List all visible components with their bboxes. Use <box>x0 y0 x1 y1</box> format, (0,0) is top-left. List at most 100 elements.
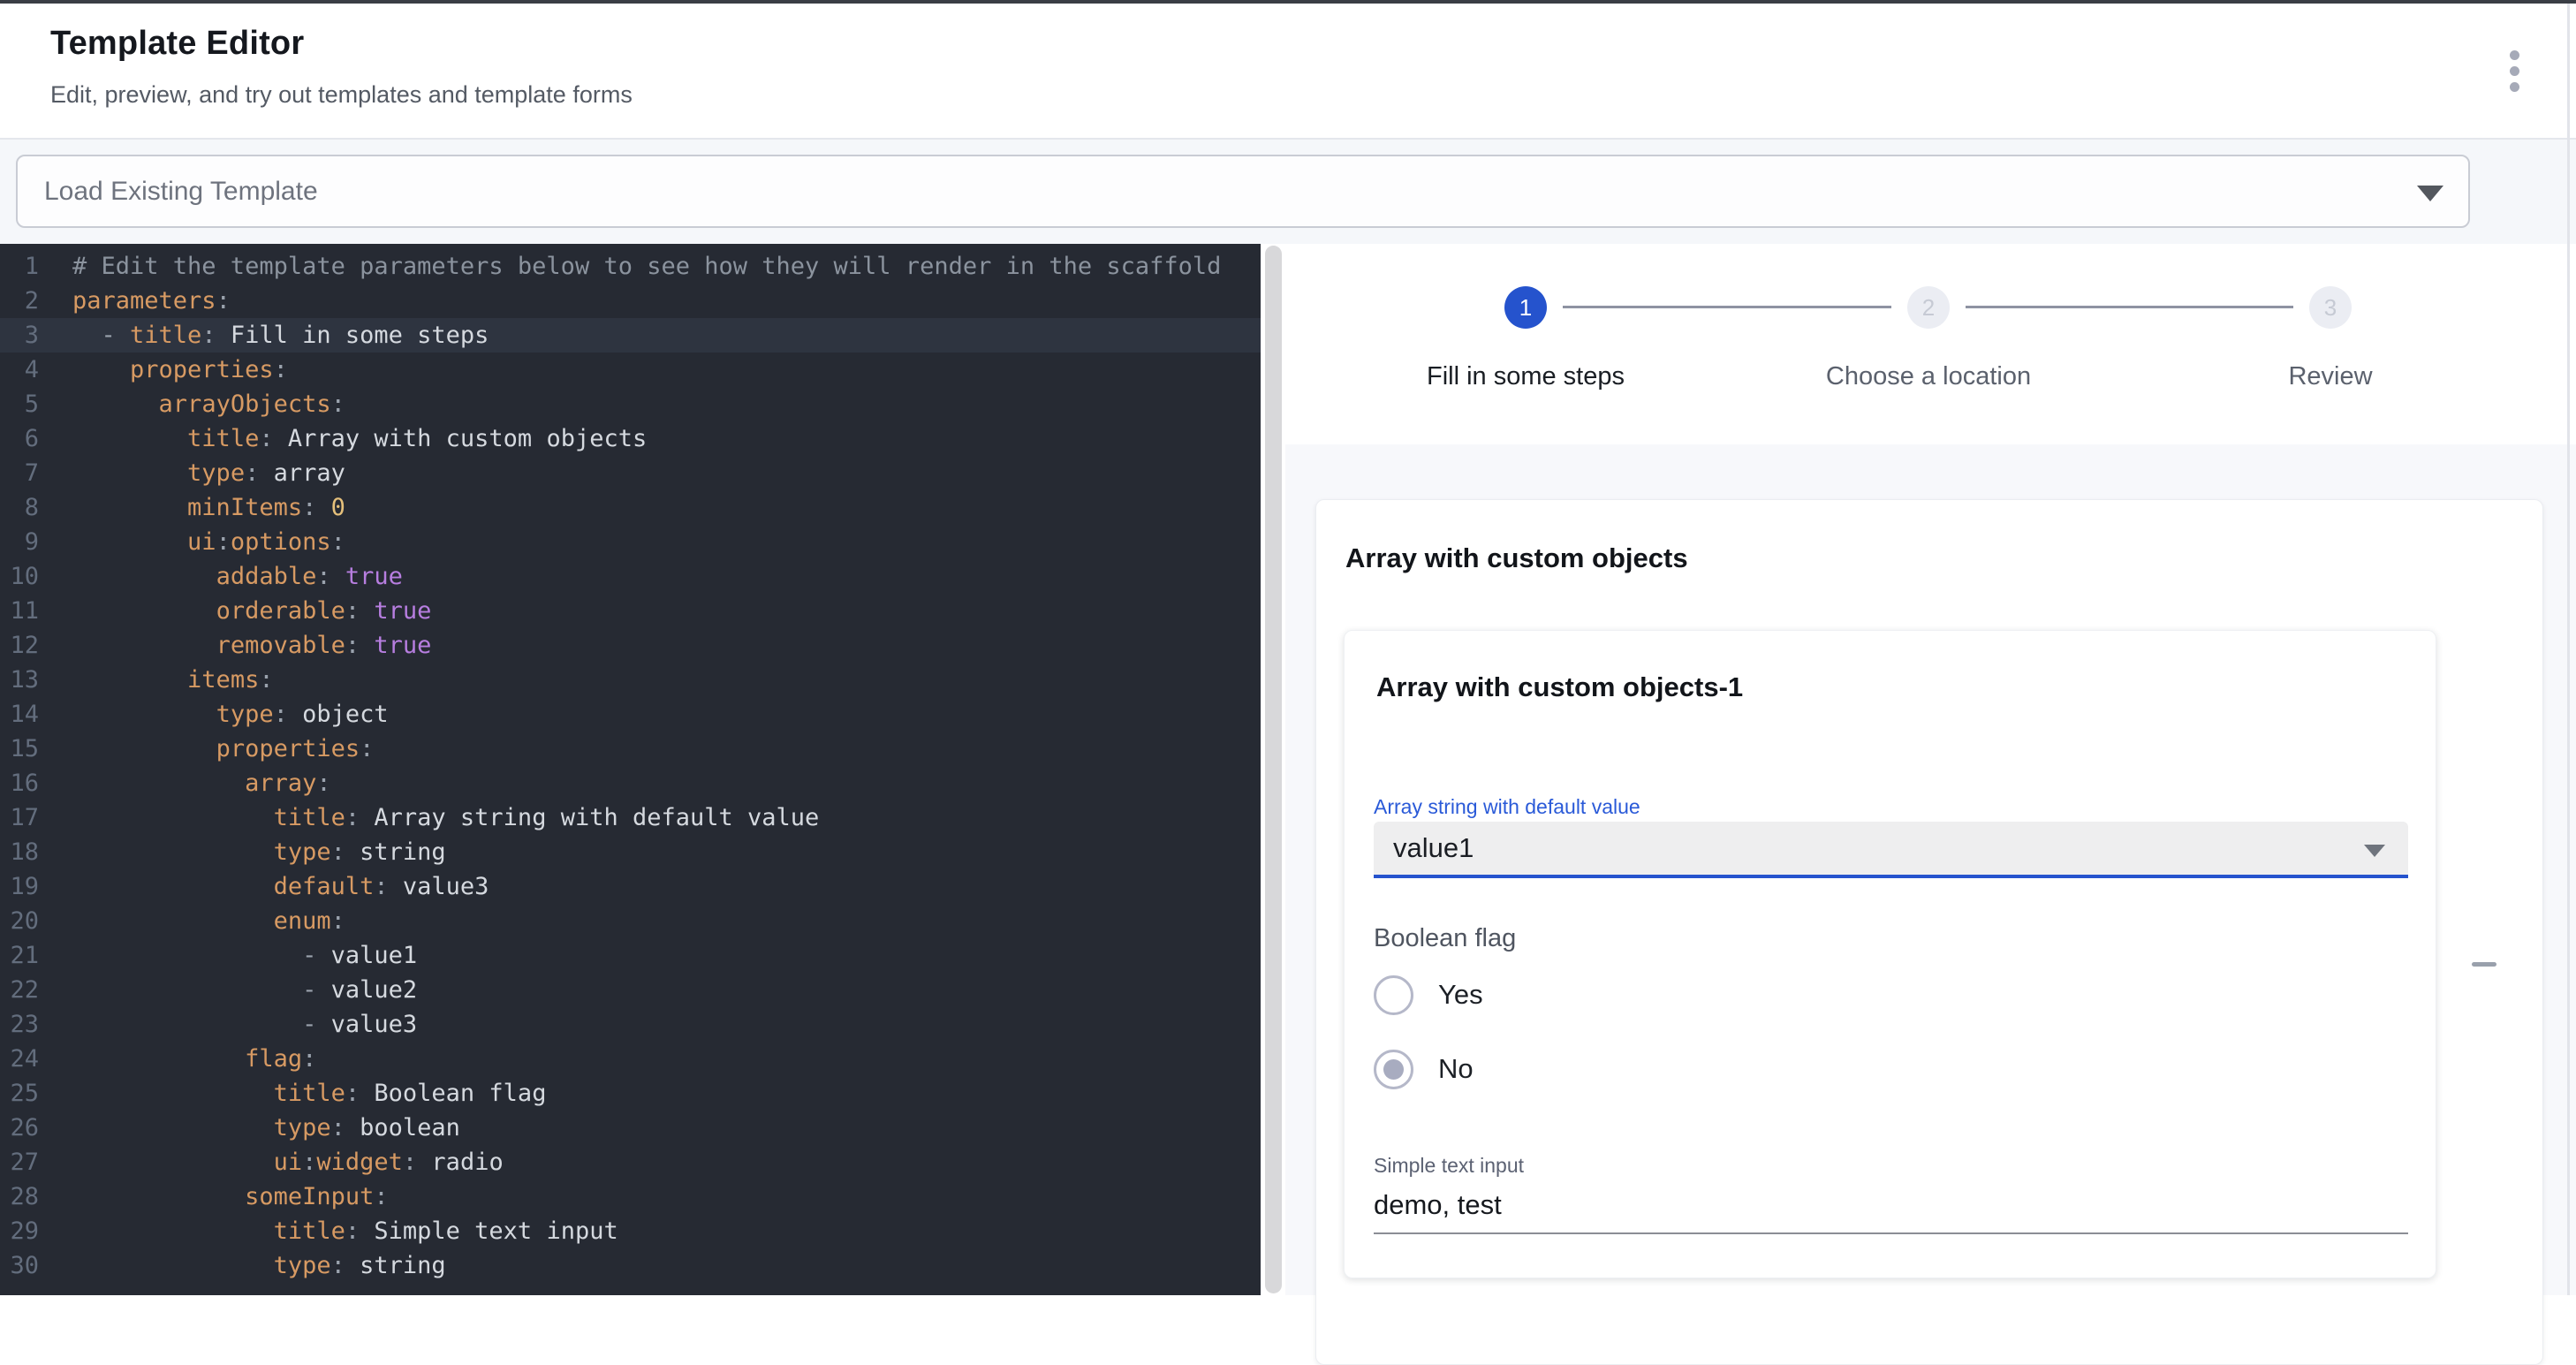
line-number: 29 <box>0 1214 39 1248</box>
line-number: 10 <box>0 559 39 594</box>
step-connector <box>1966 306 2293 308</box>
code-text: flag: <box>72 1042 316 1076</box>
line-number: 7 <box>0 456 39 490</box>
code-text: properties: <box>72 732 374 766</box>
editor-line: 8 minItems: 0 <box>0 490 1261 525</box>
radio-dot-icon <box>1383 1059 1404 1080</box>
radio-selected-icon <box>1374 1050 1413 1089</box>
code-text: type: object <box>72 697 389 732</box>
editor-line: 30 type: string <box>0 1248 1261 1283</box>
editor-scrollbar-thumb[interactable] <box>1265 246 1282 1293</box>
editor-line: 18 type: string <box>0 835 1261 869</box>
code-text: type: string <box>72 835 446 869</box>
code-text: items: <box>72 663 274 697</box>
code-text: title: Array string with default value <box>72 800 819 835</box>
step-label: Choose a location <box>1734 362 2123 391</box>
step-connector <box>1563 306 1891 308</box>
form-step-card: Array with custom objects Array with cus… <box>1315 499 2543 1365</box>
code-text: removable: true <box>72 628 431 663</box>
code-text: default: value3 <box>72 869 489 904</box>
simple-text-field-label: Simple text input <box>1374 1154 1524 1178</box>
editor-line: 24 flag: <box>0 1042 1261 1076</box>
kebab-dot-icon <box>2510 66 2519 76</box>
line-number: 23 <box>0 1007 39 1042</box>
line-number: 25 <box>0 1076 39 1111</box>
line-number: 6 <box>0 421 39 456</box>
array-string-select[interactable]: value1 <box>1374 822 2408 878</box>
line-number: 13 <box>0 663 39 697</box>
editor-line: 25 title: Boolean flag <box>0 1076 1261 1111</box>
step-circle-1: 1 <box>1504 286 1547 329</box>
code-text: someInput: <box>72 1179 389 1214</box>
editor-line: 13 items: <box>0 663 1261 697</box>
radio-unselected-icon <box>1374 975 1413 1015</box>
editor-line: 22 - value2 <box>0 973 1261 1007</box>
line-number: 12 <box>0 628 39 663</box>
line-number: 2 <box>0 284 39 318</box>
more-options-button[interactable] <box>2493 42 2535 99</box>
line-number: 17 <box>0 800 39 835</box>
editor-line: 9 ui:options: <box>0 525 1261 559</box>
editor-line: 16 array: <box>0 766 1261 800</box>
line-number: 28 <box>0 1179 39 1214</box>
editor-line: 17 title: Array string with default valu… <box>0 800 1261 835</box>
code-text: title: Array with custom objects <box>72 421 647 456</box>
code-text: orderable: true <box>72 594 431 628</box>
load-existing-template-select[interactable]: Load Existing Template <box>16 155 2470 228</box>
template-loader-bar: Load Existing Template <box>0 140 2576 244</box>
step-circle-3: 3 <box>2309 286 2352 329</box>
triangle-down-icon <box>2364 845 2385 857</box>
window-top-strip <box>0 0 2576 4</box>
page-scrollbar-track[interactable] <box>2567 4 2570 1295</box>
editor-line: 1 # Edit the template parameters below to… <box>0 249 1261 284</box>
code-text: type: array <box>72 456 345 490</box>
radio-option-label: No <box>1438 1053 1474 1085</box>
editor-line: 5 arrayObjects: <box>0 387 1261 421</box>
code-text: type: boolean <box>72 1111 460 1145</box>
radio-option-label: Yes <box>1438 979 1483 1011</box>
simple-text-input[interactable]: demo, test <box>1374 1189 1502 1221</box>
app-header: Template Editor Edit, preview, and try o… <box>0 4 2576 140</box>
array-string-select-value: value1 <box>1393 832 1474 864</box>
code-text: - value1 <box>72 938 417 973</box>
code-text: - title: Fill in some steps <box>72 318 489 353</box>
yaml-code-editor[interactable]: 1 # Edit the template parameters below to… <box>0 244 1261 1295</box>
radio-option-yes[interactable]: Yes <box>1374 965 1483 1025</box>
radio-option-no[interactable]: No <box>1374 1039 1474 1099</box>
line-number: 14 <box>0 697 39 732</box>
page-title: Template Editor <box>50 25 304 63</box>
code-text: addable: true <box>72 559 403 594</box>
editor-line: 15 properties: <box>0 732 1261 766</box>
editor-line: 10 addable: true <box>0 559 1261 594</box>
step-label: Review <box>2136 362 2525 391</box>
form-preview-section: Array with custom objects Array with cus… <box>1285 444 2576 1295</box>
scaffolder-stepper: 1 Fill in some steps 2 Choose a location 3 Re… <box>1285 244 2576 444</box>
editor-line: 21 - value1 <box>0 938 1261 973</box>
editor-line: 29 title: Simple text input <box>0 1214 1261 1248</box>
step-circle-2: 2 <box>1907 286 1950 329</box>
array-item-card: Array with custom objects-1 Array string… <box>1344 630 2436 1278</box>
line-number: 5 <box>0 387 39 421</box>
page-subtitle: Edit, preview, and try out templates and… <box>50 81 633 109</box>
line-number: 24 <box>0 1042 39 1076</box>
editor-line: 3 - title: Fill in some steps <box>0 318 1261 353</box>
form-section-title: Array with custom objects <box>1345 542 1688 574</box>
line-number: 1 <box>0 249 39 284</box>
line-number: 20 <box>0 904 39 938</box>
editor-line: 14 type: object <box>0 697 1261 732</box>
line-number: 11 <box>0 594 39 628</box>
editor-line: 7 type: array <box>0 456 1261 490</box>
line-number: 22 <box>0 973 39 1007</box>
editor-line: 27 ui:widget: radio <box>0 1145 1261 1179</box>
minus-icon <box>2472 962 2496 967</box>
editor-line: 23 - value3 <box>0 1007 1261 1042</box>
code-text: arrayObjects: <box>72 387 345 421</box>
remove-array-item-button[interactable] <box>2459 944 2509 983</box>
code-text: - value3 <box>72 1007 417 1042</box>
editor-line: 20 enum: <box>0 904 1261 938</box>
array-item-title: Array with custom objects-1 <box>1376 671 1743 703</box>
editor-scrollbar <box>1261 244 1285 1295</box>
code-text: # Edit the template parameters below to … <box>72 249 1221 284</box>
line-number: 15 <box>0 732 39 766</box>
step-label: Fill in some steps <box>1331 362 1720 391</box>
